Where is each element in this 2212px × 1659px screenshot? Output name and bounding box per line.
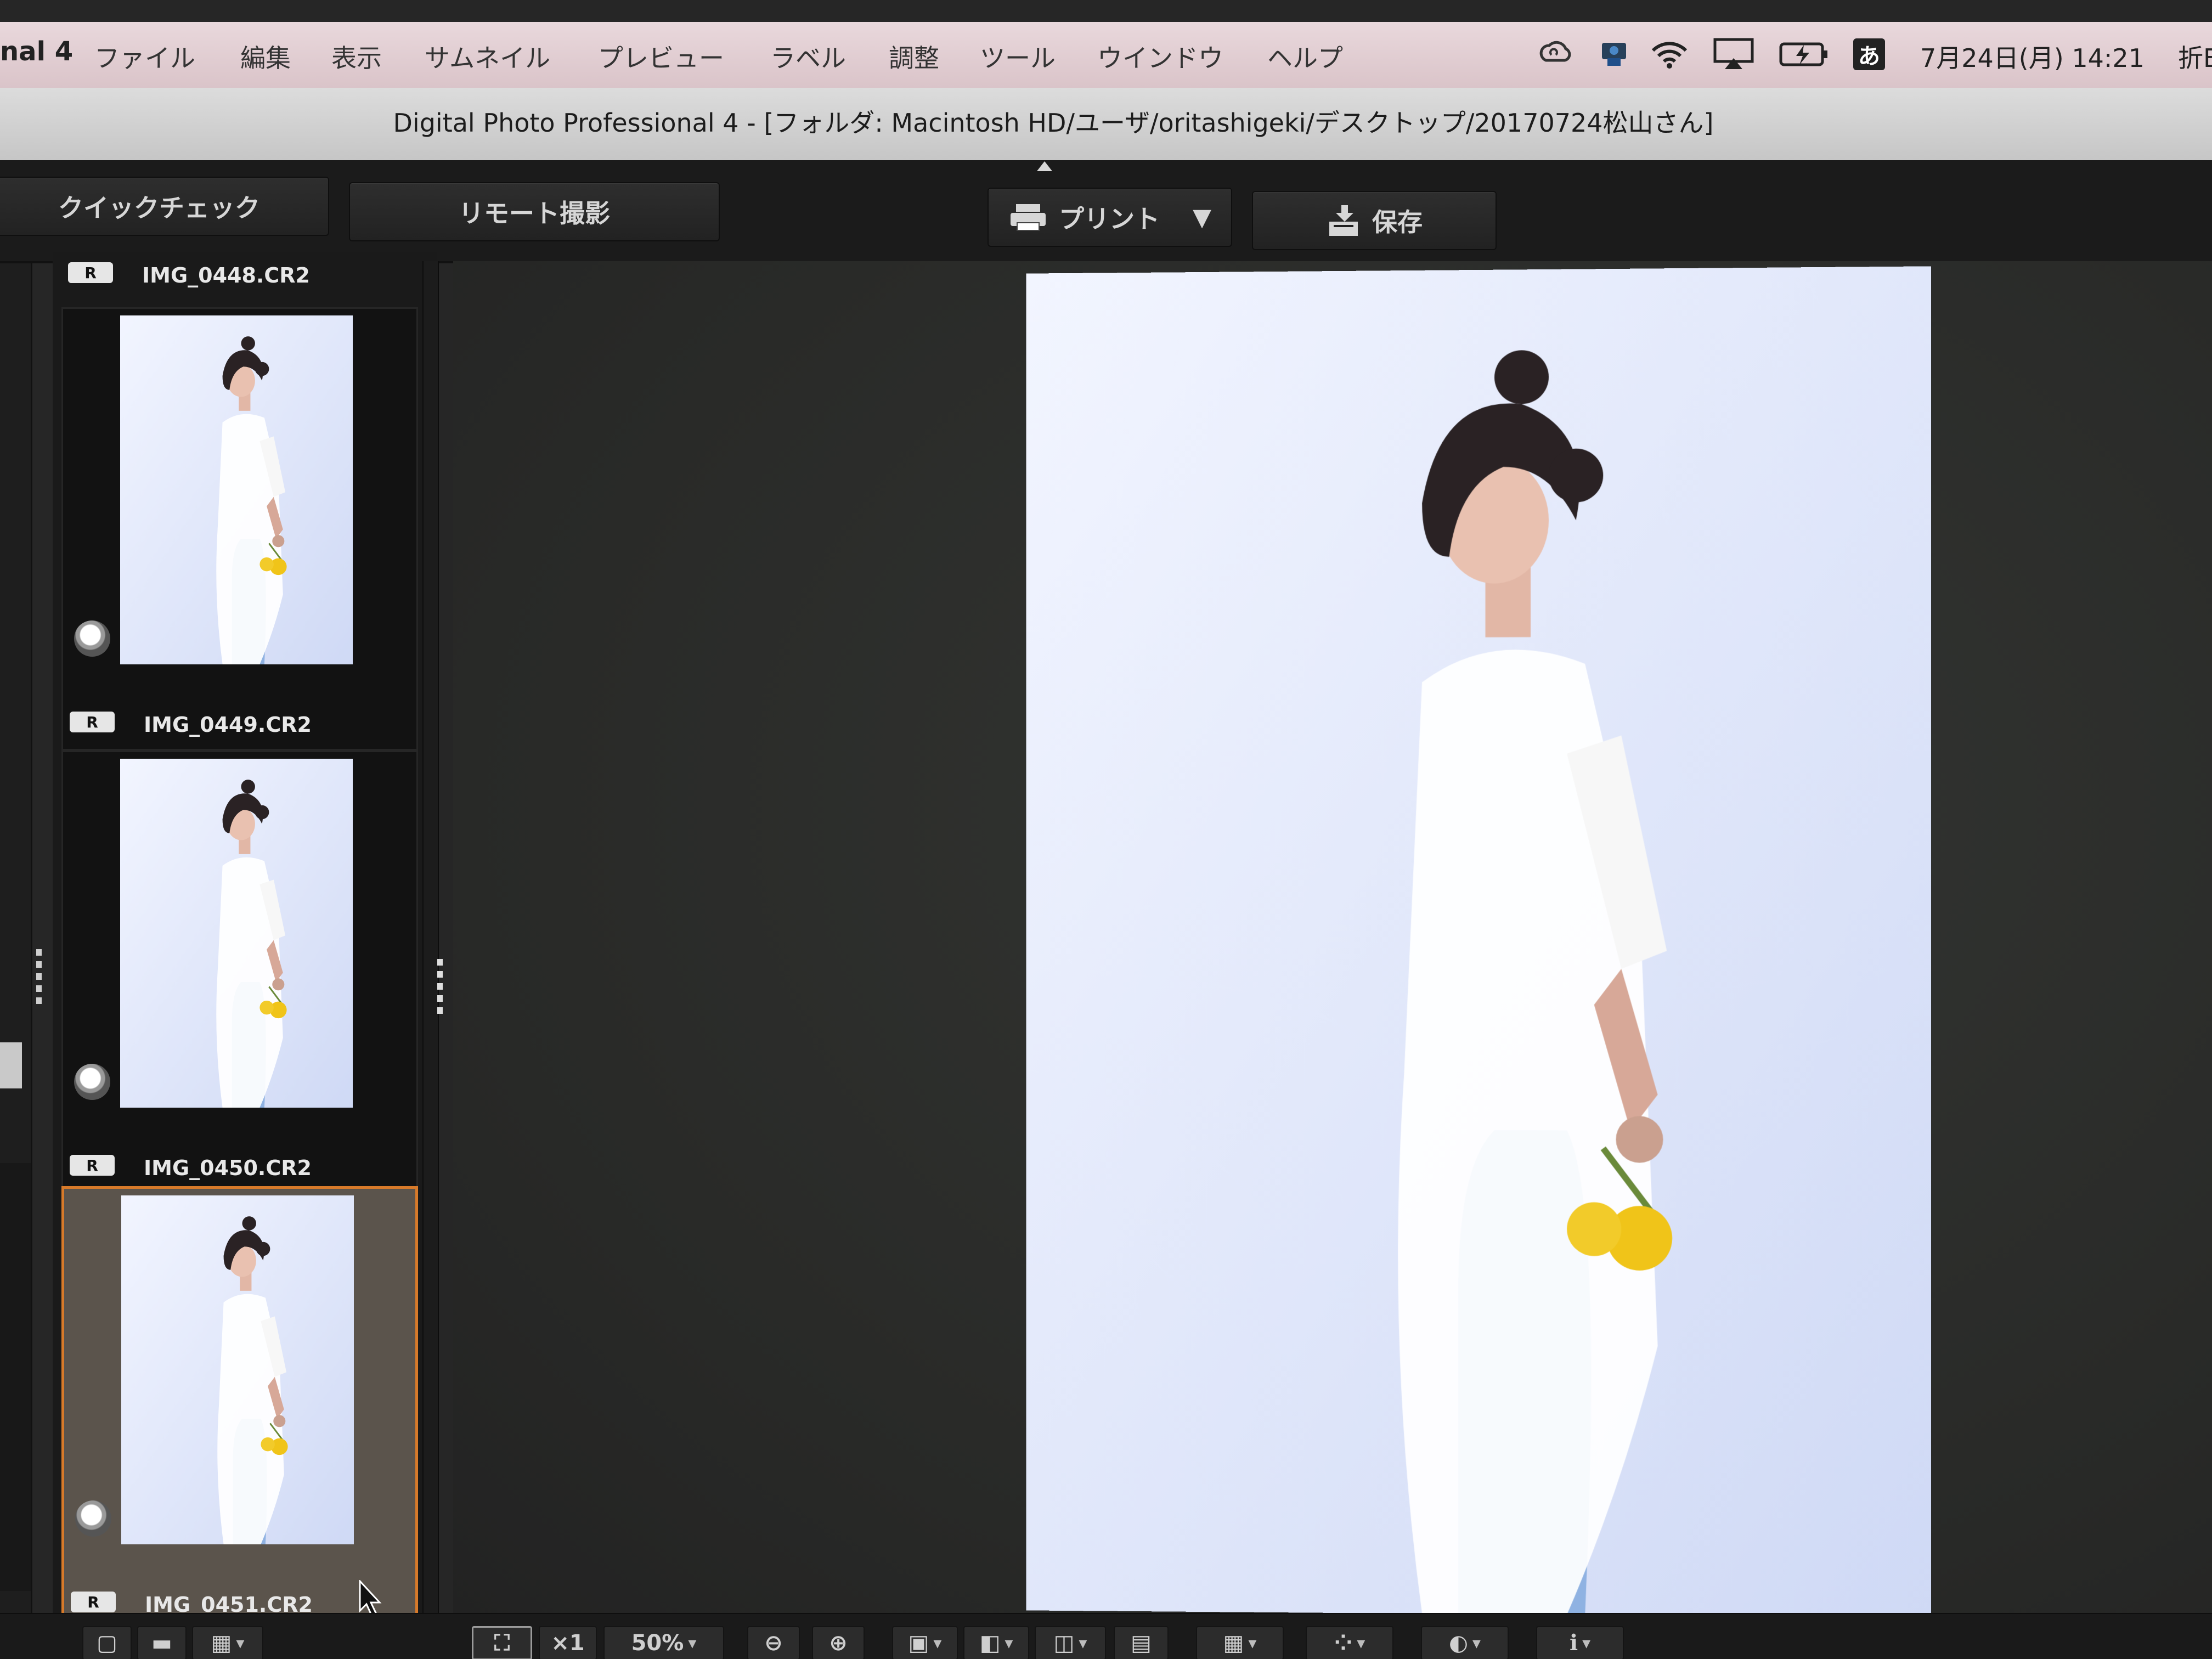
save-button[interactable]: 保存 bbox=[1252, 191, 1497, 250]
grid-overlay-icon[interactable]: ▦ bbox=[1196, 1626, 1284, 1659]
print-dropdown-icon[interactable]: ▼ bbox=[1193, 204, 1211, 232]
print-button[interactable]: プリント ▼ bbox=[988, 188, 1232, 247]
menu-bar: nal 4 ファイル 編集 表示 サムネイル プレビュー ラベル 調整 ツール … bbox=[0, 22, 2212, 88]
info-icon[interactable]: ℹ bbox=[1536, 1626, 1624, 1659]
print-label: プリント bbox=[1059, 204, 1160, 234]
menu-file[interactable]: ファイル bbox=[94, 38, 195, 75]
highlight-warning-icon[interactable]: ◐ bbox=[1421, 1626, 1509, 1659]
left-strip-tab[interactable] bbox=[0, 1042, 22, 1088]
window-title-bar: Digital Photo Professional 4 - [フォルダ: Ma… bbox=[0, 88, 2212, 161]
dropbox-icon[interactable] bbox=[1596, 36, 1632, 71]
thumbnail-image bbox=[121, 1195, 354, 1544]
remote-shooting-button[interactable]: リモート撮影 bbox=[349, 182, 720, 241]
printer-icon bbox=[1011, 204, 1046, 231]
app-menu[interactable]: nal 4 bbox=[0, 36, 73, 67]
raw-badge: R bbox=[68, 262, 113, 283]
remote-shooting-label: リモート撮影 bbox=[459, 199, 610, 228]
toolbar-collapse-caret-icon[interactable] bbox=[1037, 161, 1052, 171]
left-tool-strip bbox=[0, 263, 32, 1659]
left-splitter-grip-icon[interactable] bbox=[36, 949, 42, 1009]
splitter-grip-icon[interactable] bbox=[437, 959, 443, 1019]
menu-label[interactable]: ラベル bbox=[770, 38, 846, 75]
thumbnail-item-selected[interactable]: R IMG_0451.CR2 bbox=[61, 1186, 418, 1629]
zoom-in-icon[interactable]: ⊕ bbox=[812, 1626, 865, 1659]
menu-edit[interactable]: 編集 bbox=[240, 38, 291, 75]
airplay-icon[interactable] bbox=[1712, 36, 1756, 71]
thumbnail-panel[interactable]: R IMG_0448.CR2 R IMG_0449.CR2 R IMG_0450… bbox=[53, 252, 437, 1629]
af-points-icon[interactable]: ⁘ bbox=[1306, 1626, 1393, 1659]
thumbnail-filename: IMG_0450.CR2 bbox=[144, 1156, 312, 1180]
thumbnail-image bbox=[120, 759, 353, 1108]
bottom-toolbar: ▢ ▬ ▦ ⛶ ×1 50% ⊖ ⊕ ▣ ◧ ◫ ▤ ▦ ⁘ ◐ ℹ bbox=[0, 1613, 2212, 1659]
menu-thumbnail[interactable]: サムネイル bbox=[425, 38, 550, 75]
zoom-select[interactable]: 50% bbox=[603, 1626, 724, 1659]
quick-check-label: クイックチェック bbox=[58, 193, 260, 223]
thumbnail-filename: IMG_0449.CR2 bbox=[144, 713, 312, 737]
battery-icon[interactable] bbox=[1778, 36, 1830, 71]
multi-view-icon[interactable]: ▤ bbox=[1114, 1626, 1169, 1659]
zoom-out-icon[interactable]: ⊖ bbox=[747, 1626, 800, 1659]
raw-badge: R bbox=[71, 1592, 116, 1612]
clock[interactable]: 7月24日(月) 14:21 bbox=[1920, 38, 2145, 75]
raw-badge: R bbox=[70, 1155, 115, 1176]
menu-preview[interactable]: プレビュー bbox=[598, 38, 724, 75]
window-title: Digital Photo Professional 4 - [フォルダ: Ma… bbox=[393, 108, 1714, 138]
left-strip-lower-panel bbox=[0, 1163, 31, 1591]
creative-cloud-icon[interactable] bbox=[1536, 36, 1575, 71]
save-icon bbox=[1329, 205, 1358, 236]
panel-divider[interactable] bbox=[422, 261, 439, 1633]
view-mode-filmstrip-icon[interactable]: ▬ bbox=[137, 1626, 187, 1659]
thumbnail-item[interactable]: R IMG_0450.CR2 bbox=[61, 751, 418, 1194]
menu-tools[interactable]: ツール bbox=[980, 38, 1056, 75]
menu-adjust[interactable]: 調整 bbox=[889, 38, 939, 75]
menu-help[interactable]: ヘルプ bbox=[1267, 38, 1343, 75]
screen: nal 4 ファイル 編集 表示 サムネイル プレビュー ラベル 調整 ツール … bbox=[0, 0, 2212, 1659]
input-method-icon[interactable]: あ bbox=[1853, 38, 1885, 70]
check-mark-icon[interactable] bbox=[74, 1064, 110, 1100]
thumbnail-filename: IMG_0448.CR2 bbox=[142, 263, 310, 287]
view-mode-grid-icon[interactable]: ▦ bbox=[192, 1626, 263, 1659]
fit-to-window-icon[interactable]: ⛶ bbox=[472, 1626, 532, 1659]
app-toolbar: クイックチェック リモート撮影 プリント ▼ 保存 bbox=[0, 160, 2212, 263]
magnify-1x-button[interactable]: ×1 bbox=[539, 1626, 597, 1659]
menu-view[interactable]: 表示 bbox=[331, 38, 382, 75]
preview-image[interactable] bbox=[1026, 266, 1932, 1618]
menubar-cutoff-text: 折E bbox=[2178, 43, 2212, 73]
thumbnail-item[interactable]: R IMG_0449.CR2 bbox=[61, 307, 418, 751]
thumbnail-previous-caption[interactable]: R IMG_0448.CR2 bbox=[61, 257, 418, 290]
raw-badge: R bbox=[70, 712, 115, 732]
display-mode-2-icon[interactable]: ◧ bbox=[963, 1626, 1029, 1659]
check-mark-icon[interactable] bbox=[75, 1500, 111, 1537]
menu-window[interactable]: ウインドウ bbox=[1097, 38, 1223, 75]
zoom-value: 50% bbox=[631, 1630, 684, 1656]
compare-mode-icon[interactable]: ◫ bbox=[1035, 1626, 1106, 1659]
display-mode-1-icon[interactable]: ▣ bbox=[892, 1626, 958, 1659]
save-label: 保存 bbox=[1372, 207, 1423, 237]
quick-check-button[interactable]: クイックチェック bbox=[0, 177, 329, 236]
wifi-icon[interactable] bbox=[1649, 36, 1690, 71]
thumbnail-image bbox=[120, 315, 353, 664]
view-mode-single-icon[interactable]: ▢ bbox=[82, 1626, 132, 1659]
check-mark-icon[interactable] bbox=[74, 620, 110, 657]
